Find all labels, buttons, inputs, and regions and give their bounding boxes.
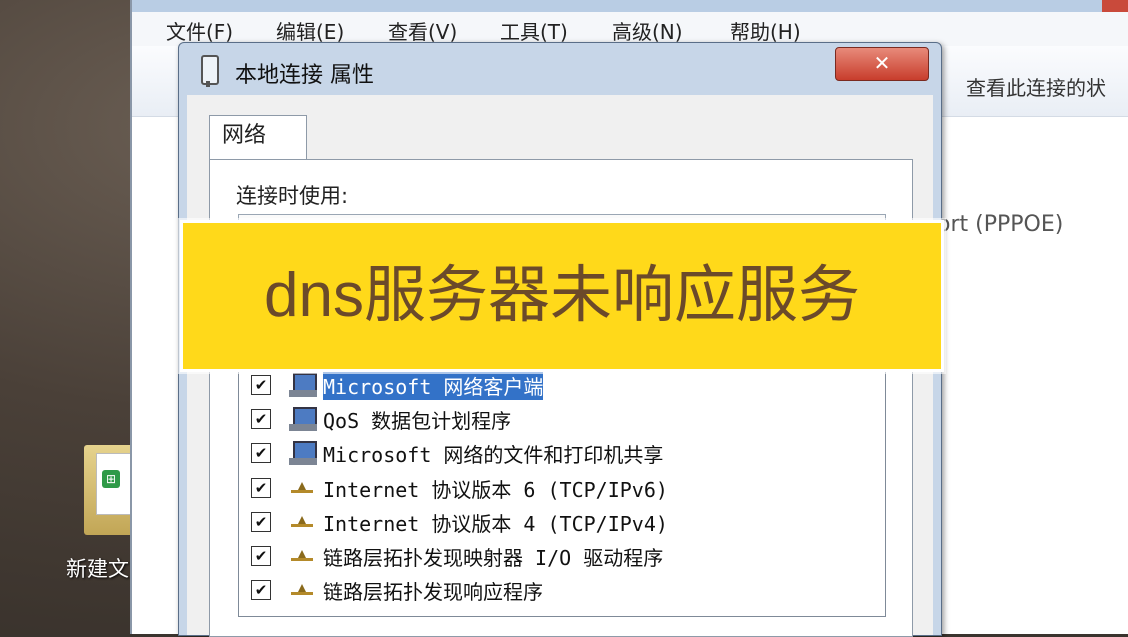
component-label: Microsoft 网络客户端 — [323, 371, 544, 400]
component-label: Internet 协议版本 4 (TCP/IPv4) — [323, 512, 668, 536]
menu-help[interactable]: 帮助(H) — [730, 16, 801, 45]
list-item[interactable]: ✔ 链路层拓扑发现响应程序 — [251, 576, 871, 606]
menu-tools[interactable]: 工具(T) — [500, 16, 568, 45]
component-label: 链路层拓扑发现映射器 I/O 驱动程序 — [323, 546, 664, 570]
list-item[interactable]: ✔ Internet 协议版本 4 (TCP/IPv4) — [251, 508, 871, 538]
checkbox[interactable]: ✔ — [251, 443, 271, 463]
dialog-title: 本地连接 属性 — [235, 63, 374, 88]
view-connection-status-button[interactable]: 查看此连接的状 — [966, 72, 1106, 101]
computer-icon — [289, 405, 317, 433]
menu-advanced[interactable]: 高级(N) — [612, 16, 683, 45]
component-list[interactable]: ✔ Microsoft 网络客户端 ✔ QoS 数据包计划程序 ✔ Micros… — [238, 370, 886, 617]
network-protocol-icon — [291, 550, 313, 562]
list-item[interactable]: ✔ 链路层拓扑发现映射器 I/O 驱动程序 — [251, 542, 871, 572]
list-item[interactable]: ✔ QoS 数据包计划程序 — [251, 405, 871, 435]
dialog-close-button[interactable]: ✕ — [835, 47, 929, 81]
computer-icon — [289, 439, 317, 467]
component-label: QoS 数据包计划程序 — [323, 409, 512, 433]
window-title-strip — [132, 0, 1128, 12]
spreadsheet-badge-icon: ⊞ — [102, 470, 120, 488]
list-item[interactable]: ✔ Internet 协议版本 6 (TCP/IPv6) — [251, 474, 871, 504]
checkbox[interactable]: ✔ — [251, 580, 271, 600]
network-protocol-icon — [291, 516, 313, 528]
checkbox[interactable]: ✔ — [251, 478, 271, 498]
list-item[interactable]: ✔ Microsoft 网络客户端 — [251, 371, 871, 401]
tab-network[interactable]: 网络 — [209, 115, 307, 159]
checkbox[interactable]: ✔ — [251, 546, 271, 566]
connect-using-label: 连接时使用: — [236, 184, 349, 208]
menu-edit[interactable]: 编辑(E) — [276, 16, 344, 45]
component-label: Microsoft 网络的文件和打印机共享 — [323, 443, 664, 467]
network-protocol-icon — [291, 482, 313, 494]
computer-icon — [289, 371, 317, 399]
desktop-file-icon[interactable]: ⊞ 新建文 — [66, 445, 146, 585]
checkbox[interactable]: ✔ — [251, 375, 271, 395]
component-label: Internet 协议版本 6 (TCP/IPv6) — [323, 478, 668, 502]
component-label: 链路层拓扑发现响应程序 — [323, 580, 543, 604]
checkbox[interactable]: ✔ — [251, 409, 271, 429]
menu-view[interactable]: 查看(V) — [388, 16, 457, 45]
menu-file[interactable]: 文件(F) — [166, 16, 233, 45]
caption-banner: dns服务器未响应服务 — [180, 220, 944, 372]
list-item[interactable]: ✔ Microsoft 网络的文件和打印机共享 — [251, 439, 871, 469]
dialog-titlebar[interactable]: 本地连接 属性 ✕ — [179, 43, 941, 93]
network-protocol-icon — [291, 584, 313, 596]
network-adapter-icon — [201, 55, 219, 87]
checkbox[interactable]: ✔ — [251, 512, 271, 532]
caption-text: dns服务器未响应服务 — [264, 261, 860, 330]
connection-device-label: ort (PPPOE) — [937, 212, 1064, 237]
